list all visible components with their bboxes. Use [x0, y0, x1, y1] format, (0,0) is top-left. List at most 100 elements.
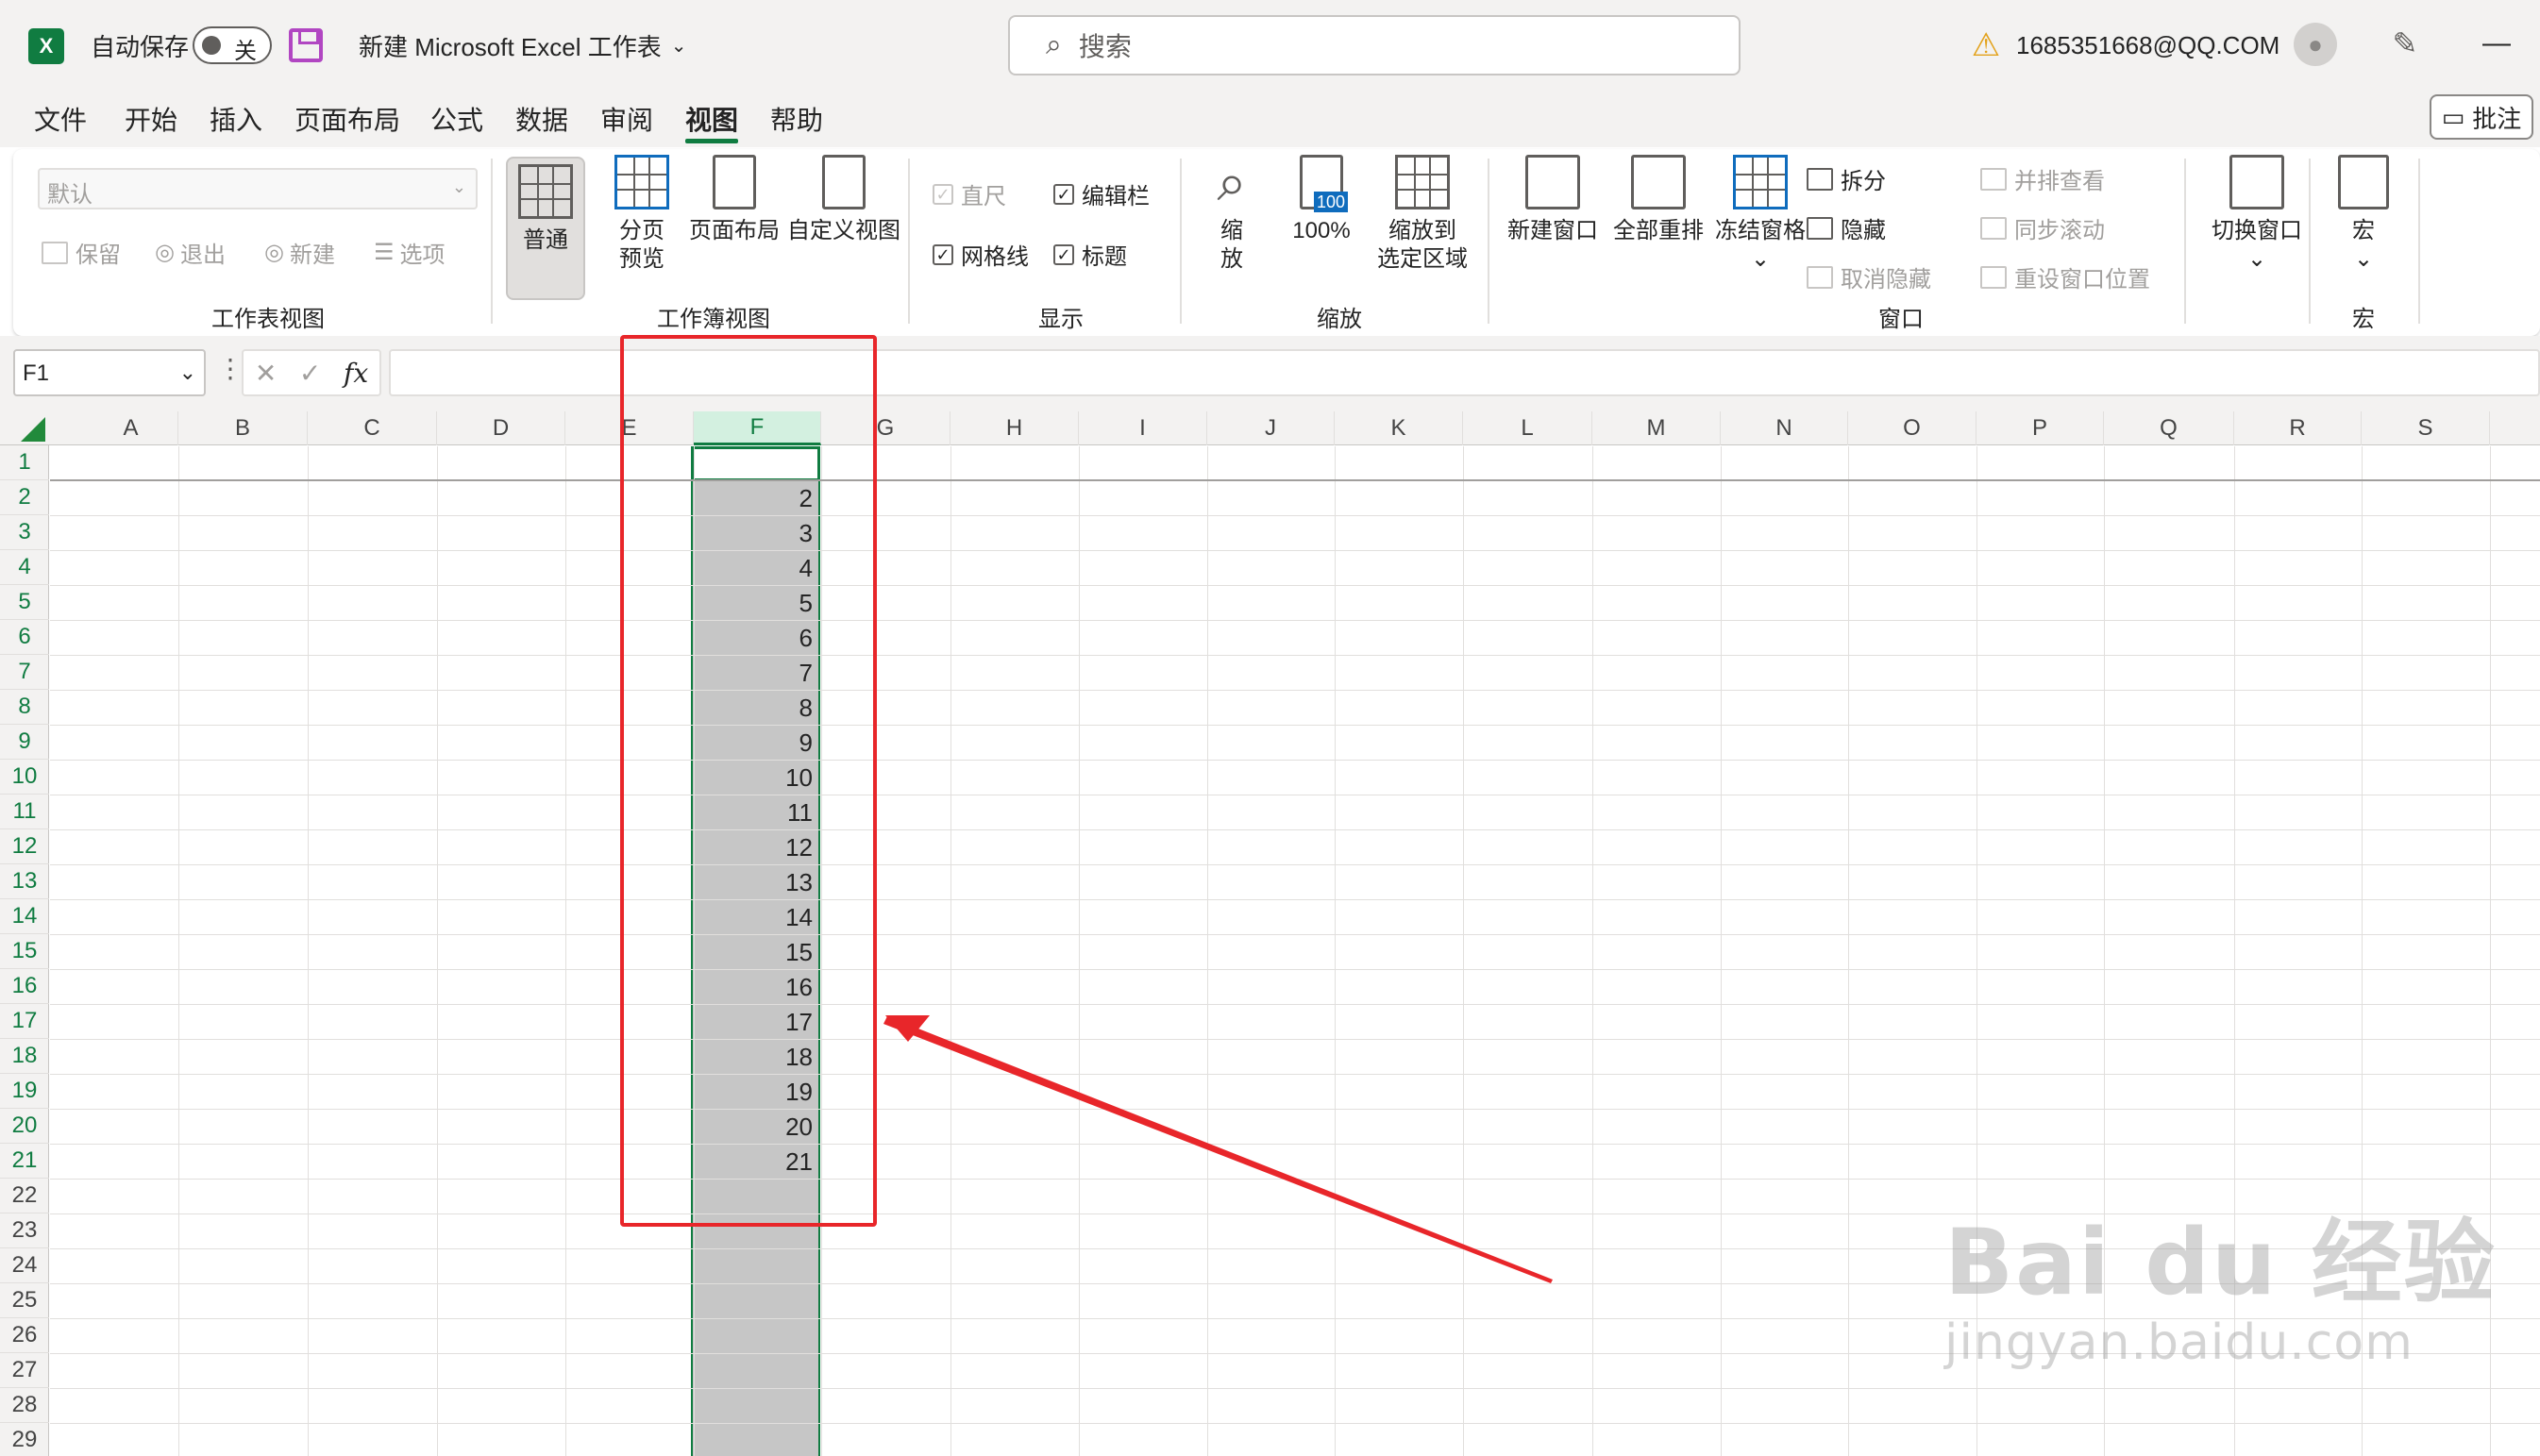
row-header-17[interactable]: 17: [0, 1004, 49, 1039]
row-header-10[interactable]: 10: [0, 760, 49, 795]
check-icon: ✓: [1053, 183, 1074, 205]
freeze-panes-button[interactable]: 冻结窗格 ⌄: [1701, 155, 1820, 274]
row-header-8[interactable]: 8: [0, 690, 49, 725]
row-header-9[interactable]: 9: [0, 725, 49, 760]
row-header-12[interactable]: 12: [0, 829, 49, 864]
column-header-h[interactable]: H: [950, 411, 1079, 445]
sheet-view-select[interactable]: 默认 ⌄: [38, 168, 478, 209]
row-header-6[interactable]: 6: [0, 620, 49, 655]
tab-insert[interactable]: 插入: [210, 100, 262, 138]
name-box[interactable]: F1 ⌄: [13, 349, 206, 396]
row-header-13[interactable]: 13: [0, 864, 49, 899]
zoom-to-selection-button[interactable]: 缩放到 选定区域: [1361, 155, 1484, 274]
column-header-d[interactable]: D: [437, 411, 565, 445]
tab-help[interactable]: 帮助: [770, 100, 823, 138]
pen-icon[interactable]: ✎: [2386, 25, 2424, 62]
row-header-24[interactable]: 24: [0, 1248, 49, 1283]
avatar[interactable]: ●: [2294, 23, 2337, 66]
row-header-27[interactable]: 27: [0, 1353, 49, 1388]
formula-bar-checkbox[interactable]: ✓ 编辑栏: [1053, 177, 1150, 210]
custom-views-button[interactable]: 自定义视图: [778, 155, 910, 245]
zoom-100-button[interactable]: 100 100%: [1282, 155, 1361, 245]
row-header-23[interactable]: 23: [0, 1213, 49, 1248]
macros-button[interactable]: 宏 ⌄: [2326, 155, 2401, 274]
new-window-button[interactable]: 新建窗口: [1493, 155, 1612, 245]
column-header-j[interactable]: J: [1207, 411, 1335, 445]
normal-view-button[interactable]: 普通: [506, 157, 585, 300]
chevron-down-icon: ⌄: [2353, 246, 2374, 272]
tab-page-layout[interactable]: 页面布局: [294, 100, 400, 138]
sheet-view-new-button[interactable]: ◎ 新建: [264, 236, 335, 269]
column-header-b[interactable]: B: [178, 411, 308, 445]
row-header-7[interactable]: 7: [0, 655, 49, 690]
headings-checkbox[interactable]: ✓ 标题: [1053, 238, 1127, 271]
column-header-p[interactable]: P: [1976, 411, 2104, 445]
sheet-view-exit-button[interactable]: ◎ 退出: [155, 236, 226, 269]
user-email[interactable]: 1685351668@QQ.COM: [2016, 26, 2279, 64]
reset-window-position-button[interactable]: 重设窗口位置: [1980, 260, 2150, 293]
row-header-5[interactable]: 5: [0, 585, 49, 620]
row-header-19[interactable]: 19: [0, 1074, 49, 1109]
row-header-29[interactable]: 29: [0, 1423, 49, 1456]
minimize-button[interactable]: —: [2473, 25, 2520, 62]
group-divider: [1180, 159, 1182, 324]
row-header-11[interactable]: 11: [0, 795, 49, 829]
column-header-q[interactable]: Q: [2104, 411, 2234, 445]
gridlines-checkbox[interactable]: ✓ 网格线: [933, 238, 1029, 271]
tab-file[interactable]: 文件: [34, 100, 87, 138]
comments-button[interactable]: ▭ 批注: [2430, 94, 2533, 140]
group-label-window: 窗口: [1878, 307, 1924, 332]
sheet-view-keep-button[interactable]: 保留: [42, 236, 121, 269]
side-by-side-button[interactable]: 并排查看: [1980, 162, 2105, 195]
column-header-n[interactable]: N: [1721, 411, 1848, 445]
row-header-4[interactable]: 4: [0, 550, 49, 585]
column-header-i[interactable]: I: [1079, 411, 1207, 445]
sheet-view-options-button[interactable]: ☰ 选项: [374, 236, 446, 269]
row-header-22[interactable]: 22: [0, 1179, 49, 1213]
split-button[interactable]: 拆分: [1807, 162, 1886, 195]
tab-data[interactable]: 数据: [515, 100, 568, 138]
row-header-20[interactable]: 20: [0, 1109, 49, 1144]
row-header-2[interactable]: 2: [0, 480, 49, 515]
column-header-s[interactable]: S: [2362, 411, 2490, 445]
tab-home[interactable]: 开始: [125, 100, 177, 138]
sync-scroll-button[interactable]: 同步滚动: [1980, 211, 2105, 244]
row-header-25[interactable]: 25: [0, 1283, 49, 1318]
unhide-button[interactable]: 取消隐藏: [1807, 260, 1931, 293]
warning-icon[interactable]: ⚠: [1967, 26, 2005, 64]
column-header-c[interactable]: C: [308, 411, 437, 445]
column-header-r[interactable]: R: [2234, 411, 2362, 445]
row-header-3[interactable]: 3: [0, 515, 49, 550]
row-header-26[interactable]: 26: [0, 1318, 49, 1353]
zoom-100-badge: 100: [1313, 192, 1348, 212]
row-header-14[interactable]: 14: [0, 899, 49, 934]
row-header-18[interactable]: 18: [0, 1039, 49, 1074]
tab-view[interactable]: 视图: [685, 100, 739, 143]
row-header-28[interactable]: 28: [0, 1388, 49, 1423]
save-icon[interactable]: [289, 28, 323, 62]
cancel-icon[interactable]: ✕: [255, 358, 277, 389]
row-header-15[interactable]: 15: [0, 934, 49, 969]
hide-button[interactable]: 隐藏: [1807, 211, 1886, 244]
autosave-toggle[interactable]: 关: [193, 26, 272, 64]
confirm-icon[interactable]: ✓: [299, 358, 321, 389]
column-header-a[interactable]: A: [84, 411, 178, 445]
column-header-l[interactable]: L: [1463, 411, 1592, 445]
row-header-21[interactable]: 21: [0, 1144, 49, 1179]
tab-formulas[interactable]: 公式: [430, 100, 483, 138]
row-header-16[interactable]: 16: [0, 969, 49, 1004]
document-title[interactable]: 新建 Microsoft Excel 工作表 ⌄: [359, 26, 686, 64]
ruler-checkbox[interactable]: ✓ 直尺: [933, 177, 1006, 210]
column-header-m[interactable]: M: [1592, 411, 1721, 445]
column-header-o[interactable]: O: [1848, 411, 1976, 445]
row-header-1[interactable]: 1: [0, 445, 49, 480]
search-box[interactable]: ⌕ 搜索: [1008, 15, 1741, 75]
tab-review[interactable]: 审阅: [600, 100, 653, 138]
check-icon: ✓: [1053, 243, 1074, 265]
column-header-k[interactable]: K: [1335, 411, 1463, 445]
zoom-button[interactable]: ⌕ 缩 放: [1199, 155, 1265, 274]
insert-function-icon[interactable]: fx: [344, 358, 368, 389]
more-icon[interactable]: ⋮: [217, 353, 244, 384]
switch-windows-button[interactable]: 切换窗口 ⌄: [2195, 155, 2318, 274]
select-all-button[interactable]: [0, 411, 49, 445]
